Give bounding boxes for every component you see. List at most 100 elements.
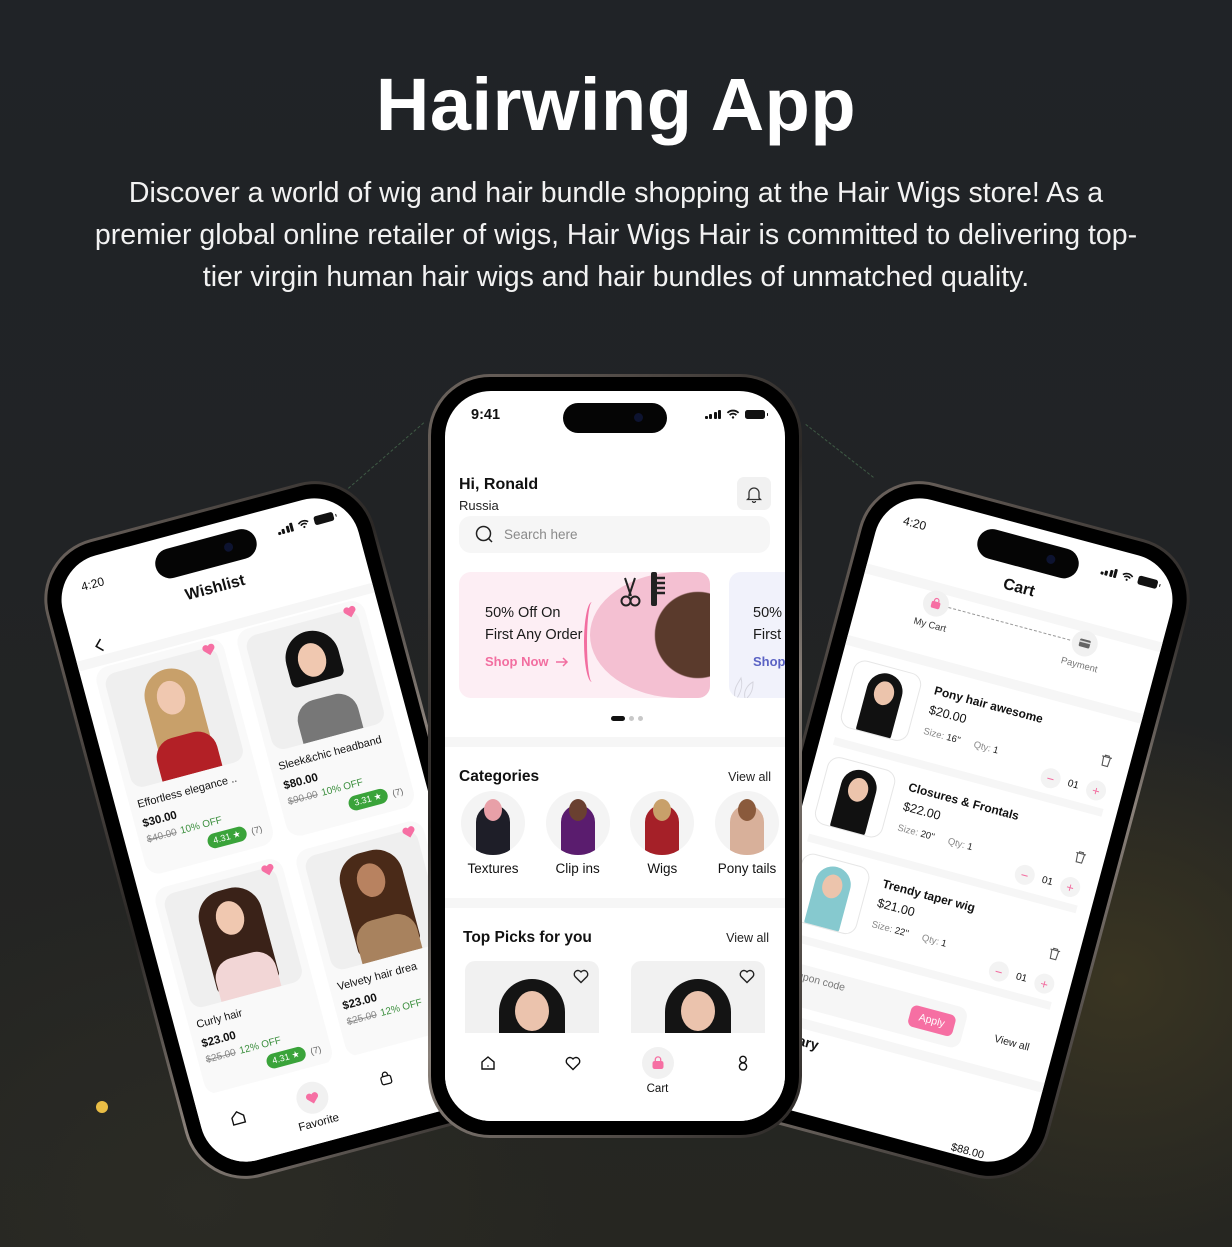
categories-title: Categories <box>459 768 540 785</box>
view-all-coupons-link[interactable]: View all <box>993 1033 1031 1054</box>
carousel-dot[interactable] <box>629 716 634 721</box>
product-card[interactable] <box>631 961 765 1041</box>
top-picks-title: Top Picks for you <box>463 929 592 946</box>
bottom-nav: Cart <box>445 1033 785 1121</box>
shopping-bag-icon <box>652 1056 663 1069</box>
notifications-button[interactable] <box>737 477 771 510</box>
old-price: $25.00 <box>204 1047 238 1066</box>
comb-icon <box>651 572 665 606</box>
product-card[interactable] <box>465 961 599 1041</box>
heart-outline-icon[interactable] <box>573 969 589 984</box>
step-label: Payment <box>1059 655 1099 676</box>
quantity-count: 01 <box>1066 777 1081 792</box>
connector-line-left <box>348 422 425 489</box>
nav-cart[interactable]: Cart <box>628 1047 688 1095</box>
increment-button[interactable]: + <box>1032 971 1057 996</box>
quantity-stepper: −01 + <box>1038 765 1109 803</box>
product-price: $21.00 <box>875 895 917 920</box>
nav-favorite[interactable]: Favorite <box>279 1075 349 1137</box>
divider <box>445 737 785 747</box>
categories-header: Categories View all <box>459 768 771 786</box>
banner-text: 50% Off On First Any Order <box>485 602 583 646</box>
bell-icon <box>746 486 762 503</box>
nav-home[interactable] <box>458 1047 518 1079</box>
promo-banner[interactable]: 50% Off On First Any Order Shop Now <box>459 572 710 698</box>
battery-icon <box>745 409 768 419</box>
size-value: 22'' <box>893 925 910 940</box>
banner-line1: 50% Off On <box>485 605 561 621</box>
scissors-icon <box>620 577 641 607</box>
quantity-count: 01 <box>1040 874 1055 888</box>
product-image <box>162 865 305 1010</box>
search-bar <box>459 516 770 553</box>
shop-now-link[interactable]: Shop Now <box>485 654 569 669</box>
apply-button[interactable]: Apply <box>906 1004 957 1038</box>
divider <box>445 898 785 908</box>
carousel-dot[interactable] <box>638 716 643 721</box>
nav-home[interactable] <box>205 1094 271 1140</box>
categories-view-all[interactable]: View all <box>728 770 771 784</box>
summary-total: $88.00 <box>949 1141 986 1162</box>
category-textures[interactable]: Textures <box>459 791 527 876</box>
decrement-button[interactable]: − <box>1012 862 1037 888</box>
carousel-indicator <box>611 716 643 721</box>
nav-cart[interactable] <box>353 1055 419 1101</box>
banner-text: 50% First <box>753 602 782 646</box>
leaf-decoration-icon <box>734 676 754 698</box>
step-my-cart[interactable]: My Cart <box>912 587 955 635</box>
qty-value: 1 <box>965 841 974 854</box>
product-meta: Size: 20'' Qty: 1 <box>896 823 987 857</box>
wifi-icon <box>726 409 740 419</box>
nav-profile[interactable] <box>713 1047 773 1079</box>
star-icon: ★ <box>290 1048 301 1061</box>
old-price: $40.00 <box>145 827 179 846</box>
old-price: $90.00 <box>286 789 320 808</box>
credit-card-icon <box>1078 638 1091 649</box>
banner-image <box>590 572 710 698</box>
top-picks-view-all[interactable]: View all <box>726 931 769 945</box>
heart-outline-icon[interactable] <box>739 969 755 984</box>
back-arrow-icon[interactable] <box>91 636 107 655</box>
product-thumbnail <box>838 657 924 744</box>
qty-label: Qty: <box>920 932 941 948</box>
category-pony-tails[interactable]: Pony tails <box>713 791 781 876</box>
status-icons <box>1099 564 1159 589</box>
status-time: 9:41 <box>471 407 501 423</box>
size-label: Size: <box>870 919 894 936</box>
connector-line-right <box>805 424 874 478</box>
step-payment[interactable]: Payment <box>1060 626 1107 675</box>
decorative-dot <box>96 1101 108 1113</box>
category-image <box>630 791 695 855</box>
category-clip-ins[interactable]: Clip ins <box>544 791 612 876</box>
increment-button[interactable]: + <box>1083 778 1109 803</box>
category-wigs[interactable]: Wigs <box>628 791 696 876</box>
carousel-dot[interactable] <box>611 716 625 721</box>
decrement-button[interactable]: − <box>1038 765 1063 791</box>
hero-title: Hairwing App <box>375 63 857 146</box>
trash-icon[interactable] <box>1047 946 1062 962</box>
arrow-right-icon <box>555 656 568 667</box>
battery-icon <box>312 511 335 525</box>
size-value: 16'' <box>945 732 962 747</box>
product-price: $22.00 <box>901 799 943 823</box>
shop-now-label: Shop Now <box>485 654 549 669</box>
rating-value: 4.31 <box>271 1051 291 1066</box>
search-icon <box>475 525 493 543</box>
product-thumbnail <box>812 754 898 841</box>
trash-icon[interactable] <box>1099 753 1114 769</box>
increment-button[interactable]: + <box>1057 874 1083 900</box>
search-input[interactable] <box>504 527 724 542</box>
camera-icon <box>1045 553 1057 565</box>
status-icons <box>276 511 335 536</box>
home-phone: 9:41 Hi, Ronald Russia Search here 50% O… <box>428 374 802 1138</box>
shopping-bag-icon <box>380 1071 393 1086</box>
promo-banner[interactable]: 50% First Shop <box>729 572 785 698</box>
size-value: 20'' <box>919 828 936 843</box>
qty-label: Qty: <box>972 739 992 755</box>
cart-items: Pony hair awesome $20.00 Size: 16''Qty: … <box>780 652 1127 1014</box>
trash-icon[interactable] <box>1073 849 1088 865</box>
decrement-button[interactable]: − <box>986 959 1012 984</box>
camera-icon <box>634 413 643 422</box>
nav-favorite[interactable] <box>543 1047 603 1079</box>
shop-now-link[interactable]: Shop <box>753 654 785 669</box>
